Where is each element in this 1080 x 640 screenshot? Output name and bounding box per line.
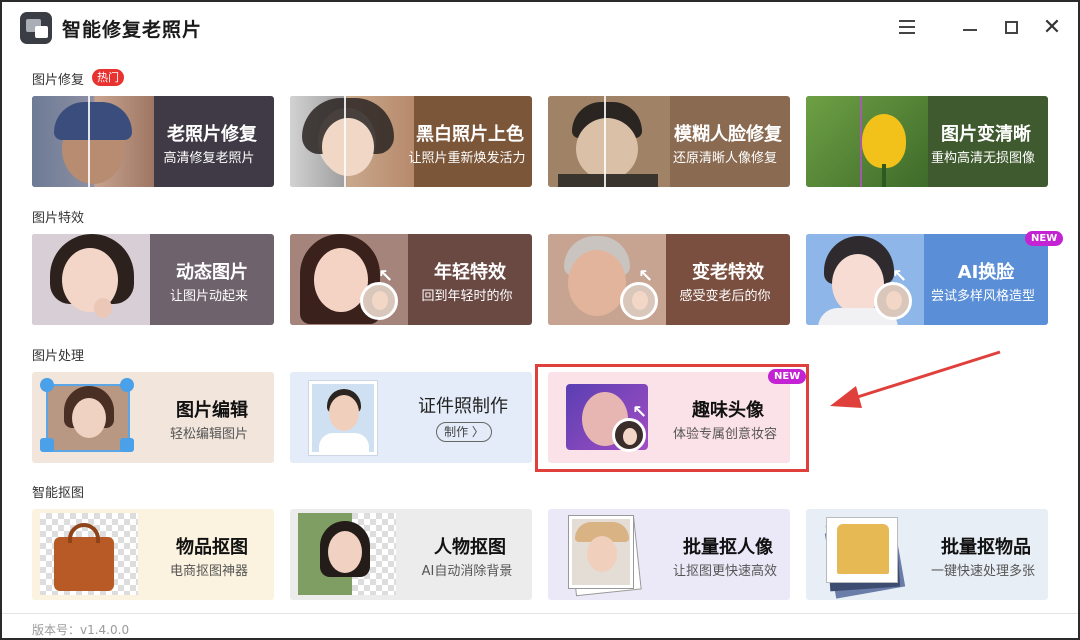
card-title: 年轻特效 <box>434 262 506 283</box>
transform-arrow-icon: ↖ <box>892 266 908 287</box>
card-title: 黑白照片上色 <box>416 124 524 145</box>
card-aging-effect[interactable]: ↖ 变老特效 感受变老后的你 <box>548 234 790 325</box>
close-icon[interactable]: ✕ <box>1034 12 1070 42</box>
footer-divider <box>2 613 1078 614</box>
batch-tshirt-stack-icon <box>826 517 898 583</box>
card-batch-person-cutout[interactable]: 批量抠人像 让抠图更快速高效 <box>548 509 790 600</box>
card-object-cutout[interactable]: 物品抠图 电商抠图神器 <box>32 509 274 600</box>
card-title: 批量抠人像 <box>683 537 773 558</box>
card-blur-face-repair[interactable]: 模糊人脸修复 还原清晰人像修复 <box>548 96 790 187</box>
card-title: 人物抠图 <box>434 537 506 558</box>
card-subtitle: 轻松编辑图片 <box>169 427 248 442</box>
transform-arrow-icon: ↖ <box>378 266 394 287</box>
card-title: 模糊人脸修复 <box>674 124 782 145</box>
card-title: 图片变清晰 <box>941 124 1031 145</box>
card-subtitle: 还原清晰人像修复 <box>672 151 777 166</box>
card-subtitle: 让照片重新焕发活力 <box>408 151 526 166</box>
drop-handle-icon <box>120 378 134 392</box>
annotation-arrow-icon <box>830 350 1001 408</box>
card-image-sharpen[interactable]: 图片变清晰 重构高清无损图像 <box>806 96 1048 187</box>
card-old-photo-repair[interactable]: 老照片修复 高清修复老照片 <box>32 96 274 187</box>
resize-handle-icon <box>120 438 134 452</box>
app-logo-icon <box>20 12 52 44</box>
tulip-flower-icon <box>806 96 928 187</box>
card-batch-object-cutout[interactable]: 批量抠物品 一键快速处理多张 <box>806 509 1048 600</box>
hot-badge: 热门 <box>92 69 124 86</box>
version-label: 版本号：v1.4.0.0 <box>32 623 130 637</box>
card-animated-photo[interactable]: 动态图片 让图片动起来 <box>32 234 274 325</box>
batch-portrait-stack-icon <box>568 515 634 589</box>
section-label-cutout: 智能抠图 <box>32 486 85 501</box>
card-young-effect[interactable]: ↖ 年轻特效 回到年轻时的你 <box>290 234 532 325</box>
card-title: 批量抠物品 <box>941 537 1031 558</box>
person-cutout-icon <box>298 513 396 595</box>
old-woman-photo-icon <box>32 96 154 187</box>
hamburger-menu-icon[interactable] <box>889 12 925 42</box>
edit-frame-photo-icon <box>46 384 130 452</box>
portrait-colorize-icon <box>290 96 414 187</box>
girl-portrait-icon <box>32 234 150 325</box>
card-subtitle: 让抠图更快速高效 <box>672 564 777 579</box>
section-label-effects: 图片特效 <box>32 211 85 226</box>
card-title: 动态图片 <box>176 262 248 283</box>
card-subtitle: 重构高清无损图像 <box>930 151 1035 166</box>
boy-portrait-icon <box>548 96 670 187</box>
handbag-cutout-icon <box>40 513 138 595</box>
make-id-photo-button[interactable]: 制作 〉 <box>436 422 492 442</box>
crop-handle-icon <box>40 438 54 452</box>
maximize-icon[interactable] <box>993 12 1029 42</box>
rotate-handle-icon <box>40 378 54 392</box>
new-badge: NEW <box>1025 231 1064 246</box>
card-title: 变老特效 <box>692 262 764 283</box>
transform-arrow-icon: ↖ <box>638 266 654 287</box>
card-subtitle: 感受变老后的你 <box>679 289 771 304</box>
old-face-thumb-icon <box>360 282 398 320</box>
section-label-processing: 图片处理 <box>32 349 85 364</box>
card-title: 图片编辑 <box>176 400 248 421</box>
card-id-photo[interactable]: 证件照制作 制作 〉 <box>290 372 532 463</box>
highlight-box <box>535 364 809 472</box>
card-ai-face-swap[interactable]: ↖ AI换脸 尝试多样风格造型 <box>806 234 1048 325</box>
card-person-cutout[interactable]: 人物抠图 AI自动消除背景 <box>290 509 532 600</box>
app-window: 智能修复老照片 ✕ 图片修复 热门 老照片修复 高清修复老照片 黑白照片上色 让… <box>0 0 1080 640</box>
card-title: 证件照制作 <box>418 396 508 417</box>
card-subtitle: AI自动消除背景 <box>421 564 513 579</box>
card-subtitle: 尝试多样风格造型 <box>930 289 1035 304</box>
card-bw-colorize[interactable]: 黑白照片上色 让照片重新焕发活力 <box>290 96 532 187</box>
id-photo-portrait-icon <box>308 380 378 456</box>
swap-face-thumb-icon <box>874 282 912 320</box>
card-subtitle: 电商抠图神器 <box>169 564 248 579</box>
app-title: 智能修复老照片 <box>62 19 203 41</box>
card-subtitle: 高清修复老照片 <box>163 151 255 166</box>
card-subtitle: 一键快速处理多张 <box>930 564 1035 579</box>
card-title: 老照片修复 <box>167 124 257 145</box>
card-title: AI换脸 <box>957 262 1015 283</box>
card-title: 物品抠图 <box>176 537 248 558</box>
card-subtitle: 让图片动起来 <box>169 289 248 304</box>
card-image-edit[interactable]: 图片编辑 轻松编辑图片 <box>32 372 274 463</box>
title-bar: 智能修复老照片 ✕ <box>2 2 1078 54</box>
young-face-thumb-icon <box>620 282 658 320</box>
section-label-repair: 图片修复 <box>32 73 85 88</box>
card-subtitle: 回到年轻时的你 <box>421 289 513 304</box>
minimize-icon[interactable] <box>952 12 988 42</box>
